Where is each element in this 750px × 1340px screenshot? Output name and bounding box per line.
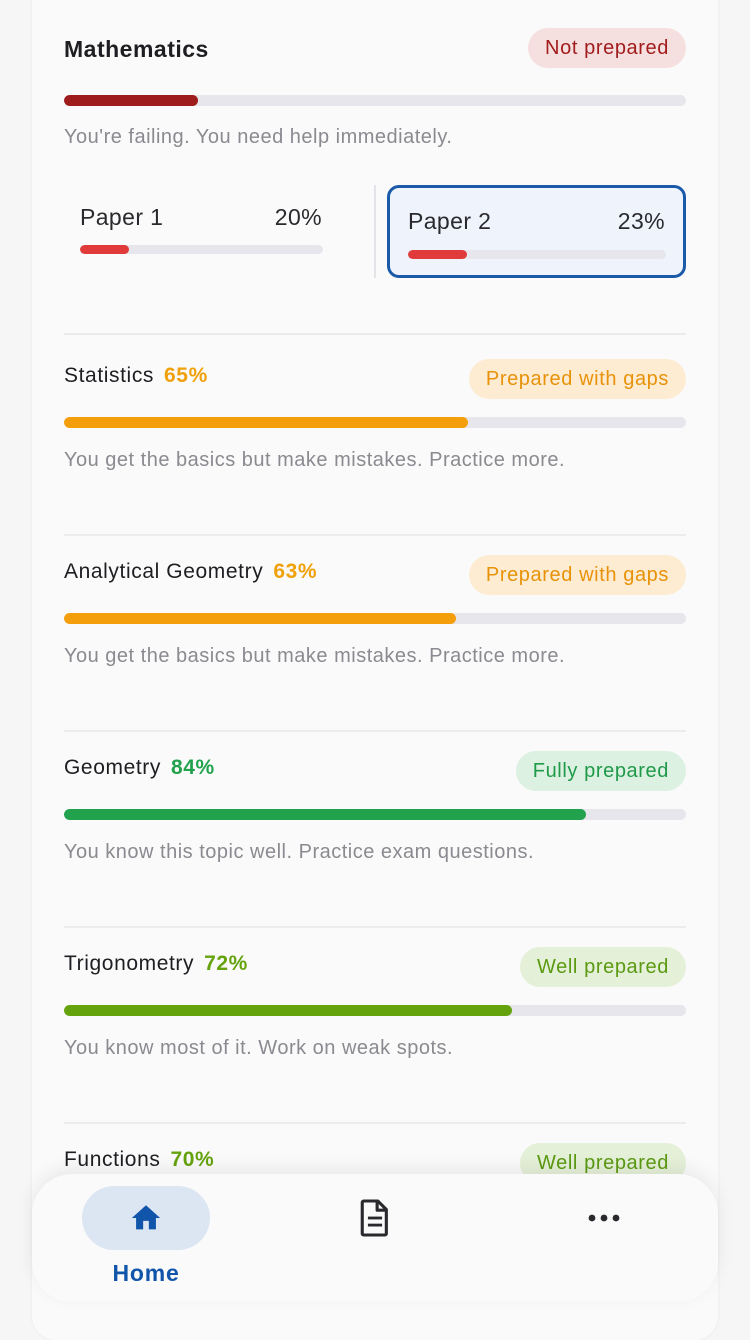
- topic-progress-bar: [64, 417, 686, 428]
- topic-name: Analytical Geometry: [64, 560, 264, 583]
- topic-progress-bar: [64, 613, 686, 624]
- topic-name: Statistics: [64, 364, 155, 387]
- section-divider: [64, 1122, 686, 1124]
- papers-divider: [374, 185, 376, 278]
- section-divider: [64, 534, 686, 536]
- nav-documents[interactable]: [311, 1186, 439, 1250]
- topic-progress-fill: [64, 613, 456, 624]
- topic-description: You know this topic well. Practice exam …: [64, 841, 535, 863]
- topic-percent: 84%: [171, 756, 215, 779]
- mathematics-header: Mathematics Not prepared: [64, 28, 686, 72]
- topic-trigonometry[interactable]: Trigonometry 72% Well prepared You know m…: [64, 947, 686, 1112]
- nav-documents-indicator[interactable]: [311, 1186, 439, 1250]
- paper-2-progress-bar: [408, 250, 666, 259]
- mathematics-progress-bar: [64, 95, 686, 106]
- subject-title: Mathematics: [64, 36, 209, 62]
- topic-progress-fill: [64, 417, 469, 428]
- topic-geometry[interactable]: Geometry 84% Fully prepared You know this…: [64, 751, 686, 916]
- topic-title: Analytical Geometry 63%: [64, 560, 317, 584]
- topic-statistics[interactable]: Statistics 65% Prepared with gaps You get…: [64, 359, 686, 524]
- topic-percent: 65%: [164, 364, 208, 387]
- topic-percent: 72%: [204, 952, 248, 975]
- nav-home-label: Home: [112, 1260, 180, 1286]
- status-badge: Fully prepared: [515, 751, 686, 791]
- home-icon: [131, 1205, 161, 1230]
- paper-2-progress-fill: [408, 250, 468, 259]
- topic-title: Statistics 65%: [64, 364, 208, 388]
- topic-description: You get the basics but make mistakes. Pr…: [64, 645, 566, 667]
- nav-more[interactable]: [540, 1186, 668, 1250]
- topic-description: You know most of it. Work on weak spots.: [64, 1037, 454, 1059]
- paper-2-card[interactable]: Paper 2 23%: [387, 185, 686, 278]
- paper-2-label: Paper 2: [408, 208, 492, 234]
- status-badge: Prepared with gaps: [468, 555, 686, 595]
- topic-name: Trigonometry: [64, 952, 195, 975]
- bottom-navigation: Home: [32, 1174, 718, 1302]
- topic-title: Trigonometry 72%: [64, 952, 248, 976]
- status-badge: Well prepared: [520, 947, 686, 987]
- mathematics-description: You're failing. You need help immediatel…: [64, 126, 453, 148]
- topic-analytical-geometry[interactable]: Analytical Geometry 63% Prepared with gap…: [64, 555, 686, 720]
- nav-home[interactable]: Home: [82, 1186, 210, 1287]
- paper-1-card[interactable]: Paper 1 20%: [64, 186, 334, 276]
- more-icon: [588, 1214, 620, 1222]
- paper-1-progress-fill: [80, 245, 129, 254]
- section-divider: [64, 926, 686, 928]
- topic-description: You get the basics but make mistakes. Pr…: [64, 449, 566, 471]
- status-badge: Not prepared: [528, 28, 686, 68]
- mathematics-progress-fill: [64, 95, 198, 106]
- section-divider: [64, 333, 686, 335]
- section-divider: [64, 730, 686, 732]
- document-icon: [360, 1199, 388, 1237]
- topic-name: Functions: [64, 1148, 161, 1171]
- topic-progress-fill: [64, 1005, 512, 1016]
- nav-home-indicator[interactable]: [82, 1186, 210, 1250]
- nav-more-indicator[interactable]: [540, 1186, 668, 1250]
- topic-percent: 70%: [170, 1148, 215, 1171]
- topic-title: Functions 70%: [64, 1148, 214, 1172]
- topic-percent: 63%: [273, 560, 318, 583]
- topic-title: Geometry 84%: [64, 756, 215, 780]
- paper-1-progress-bar: [80, 245, 323, 254]
- topic-progress-bar: [64, 809, 686, 820]
- paper-1-percent: 20%: [274, 204, 322, 230]
- topic-progress-fill: [64, 809, 587, 820]
- paper-2-percent: 23%: [617, 208, 665, 234]
- status-badge: Prepared with gaps: [468, 359, 686, 399]
- paper-1-label: Paper 1: [80, 204, 164, 230]
- topic-progress-bar: [64, 1005, 686, 1016]
- topic-name: Geometry: [64, 756, 161, 779]
